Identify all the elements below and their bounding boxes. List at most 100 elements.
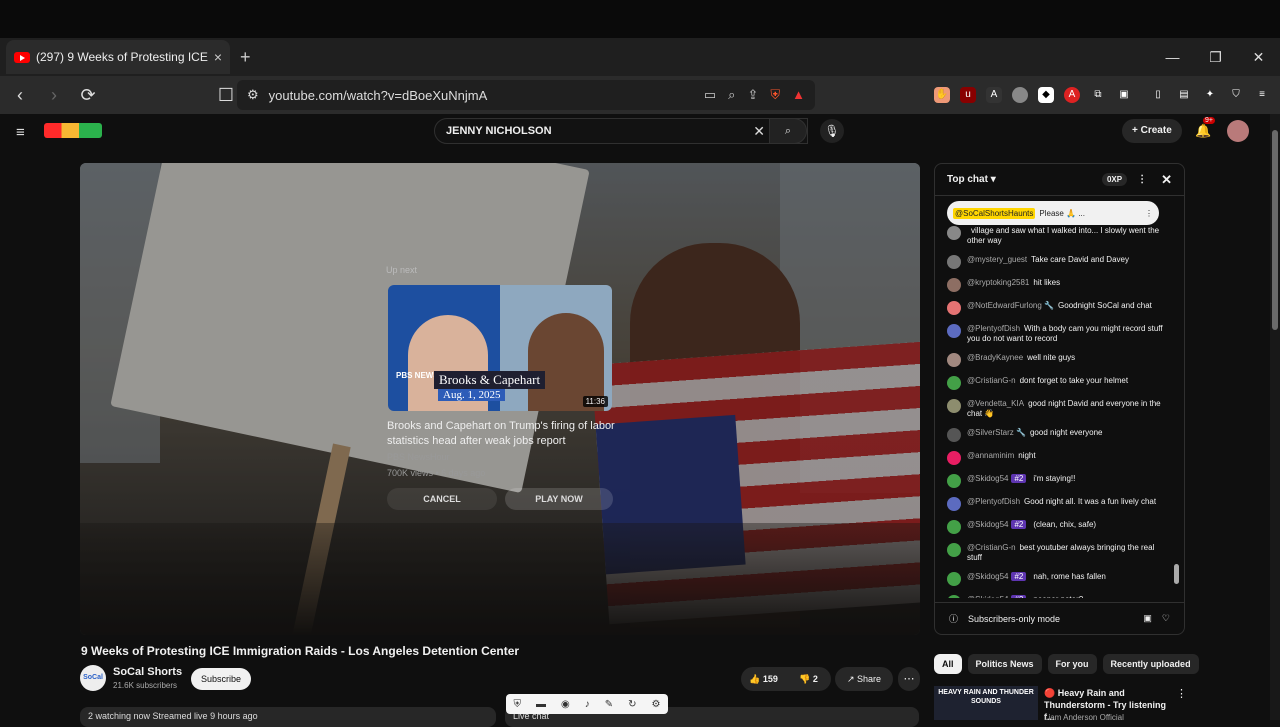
chat-avatar[interactable] xyxy=(947,353,961,367)
sidebar-icon[interactable]: ▯ xyxy=(1150,87,1166,103)
close-chat-icon[interactable]: ✕ xyxy=(1161,172,1172,188)
play-now-button[interactable]: PLAY NOW xyxy=(505,488,613,510)
youtube-doodle-logo[interactable] xyxy=(44,123,102,138)
filter-chip[interactable]: For you xyxy=(1047,654,1097,674)
chat-avatar[interactable] xyxy=(947,226,961,240)
chat-message[interactable]: village and saw what I walked into... I … xyxy=(947,226,1169,246)
chat-author[interactable]: @CristianG-n xyxy=(967,543,1016,552)
volume-icon[interactable]: ♪ xyxy=(585,699,590,710)
chat-message[interactable]: @NotEdwardFurlong 🔧 Goodnight SoCal and c… xyxy=(947,301,1169,315)
chat-author[interactable]: @annaminim xyxy=(967,451,1014,460)
chat-avatar[interactable] xyxy=(947,497,961,511)
chat-avatar[interactable] xyxy=(947,255,961,269)
chat-message[interactable]: @Skidog54#2 peeper peter? xyxy=(947,595,1169,598)
chat-avatar[interactable] xyxy=(947,301,961,315)
bookmark-icon[interactable]: ☐ xyxy=(212,85,240,106)
chat-scrollbar[interactable] xyxy=(1173,204,1181,600)
zoom-icon[interactable]: ⌕ xyxy=(728,87,735,103)
tab-close-icon[interactable]: × xyxy=(214,49,222,65)
chat-message[interactable]: @Vendetta_KIA good night David and everyo… xyxy=(947,399,1169,419)
xp-badge[interactable]: 0XP xyxy=(1101,173,1128,186)
chat-author[interactable]: @SilverStarz 🔧 xyxy=(967,428,1026,437)
site-settings-icon[interactable]: ⚙ xyxy=(247,87,259,103)
ext-circle-icon[interactable] xyxy=(1012,87,1028,103)
chat-message[interactable]: @mystery_guest Take care David and Davey xyxy=(947,255,1169,269)
chat-avatar[interactable] xyxy=(947,543,961,557)
shield-icon[interactable]: ⛨ xyxy=(514,699,522,710)
chat-author[interactable]: @Skidog54 xyxy=(967,595,1008,598)
chat-avatar[interactable] xyxy=(947,451,961,465)
extensions-icon[interactable]: ⧉ xyxy=(1090,87,1106,103)
rewards-icon[interactable]: ▲ xyxy=(792,87,805,103)
channel-avatar[interactable]: SoCal xyxy=(80,665,106,691)
ext-ublock-icon[interactable]: u xyxy=(960,87,976,103)
ext-diamond-icon[interactable]: ◆ xyxy=(1038,87,1054,103)
share-button[interactable]: ↗ Share xyxy=(835,667,893,691)
dislike-button[interactable]: 👎 2 xyxy=(786,674,831,685)
chat-message[interactable]: @PlentyofDish Good night all. It was a fu… xyxy=(947,497,1169,511)
info-icon[interactable]: ⓘ xyxy=(949,612,958,625)
camera-icon[interactable]: ◉ xyxy=(561,699,570,710)
chat-author[interactable]: @Skidog54 xyxy=(967,572,1008,581)
recommended-menu-icon[interactable]: ⋮ xyxy=(1176,687,1187,700)
url-field[interactable]: ⚙ youtube.com/watch?v=dBoeXuNnjmA ▭ ⌕ ⇪ … xyxy=(237,80,815,110)
cancel-autoplay-button[interactable]: CANCEL xyxy=(387,488,497,510)
chat-author[interactable]: @PlentyofDish xyxy=(967,497,1020,506)
like-button[interactable]: 👍 159 xyxy=(741,674,786,685)
close-window-button[interactable]: ✕ xyxy=(1237,38,1280,76)
chat-author[interactable]: @BradyKaynee xyxy=(967,353,1023,362)
settings-icon[interactable]: ⚙ xyxy=(652,699,661,710)
chat-author[interactable]: @mystery_guest xyxy=(967,255,1027,264)
chat-author[interactable]: @Vendetta_KIA xyxy=(967,399,1024,408)
maximize-button[interactable]: ❐ xyxy=(1194,38,1237,76)
filter-chip[interactable]: All xyxy=(934,654,962,674)
chat-message[interactable]: @CristianG-n best youtuber always bringin… xyxy=(947,543,1169,563)
chat-avatar[interactable] xyxy=(947,474,961,488)
wallet-icon[interactable]: ▤ xyxy=(1176,87,1192,103)
minimize-button[interactable]: — xyxy=(1151,38,1194,76)
leo-icon[interactable]: ✦ xyxy=(1202,87,1218,103)
chat-menu-icon[interactable]: ⋮ xyxy=(1137,174,1147,185)
reload-icon[interactable]: ⟳ xyxy=(74,85,102,106)
top-chat-dropdown[interactable]: Top chat ▾ xyxy=(947,174,996,185)
chat-message[interactable]: @CristianG-n dont forget to take your hel… xyxy=(947,376,1169,390)
heart-icon[interactable]: ♡ xyxy=(1162,613,1170,624)
up-next-thumbnail[interactable]: PBS NEWS HOUR Brooks & Capehart Aug. 1, … xyxy=(388,285,612,411)
chat-message[interactable]: @Skidog54 #2 (clean, chix, safe) xyxy=(947,520,1169,534)
ext-abp-icon[interactable]: A xyxy=(1064,87,1080,103)
forward-icon[interactable]: › xyxy=(40,85,68,106)
notifications-icon[interactable]: 🔔 9+ xyxy=(1195,117,1215,139)
chat-author[interactable]: @kryptoking2581 xyxy=(967,278,1029,287)
chat-avatar[interactable] xyxy=(947,399,961,413)
description-box[interactable]: 2 watching now Streamed live 9 hours ago xyxy=(80,707,496,727)
vpn-icon[interactable]: ⛉ xyxy=(1228,87,1244,103)
cast-icon[interactable]: ▭ xyxy=(704,87,716,103)
ext-hand-icon[interactable]: ✋ xyxy=(934,87,950,103)
chat-message[interactable]: @Skidog54 #2 nah, rome has fallen xyxy=(947,572,1169,586)
chat-message[interactable]: @SilverStarz 🔧 good night everyone xyxy=(947,428,1169,442)
chat-avatar[interactable] xyxy=(947,278,961,292)
channel-name[interactable]: SoCal Shorts xyxy=(113,666,182,678)
browser-tab[interactable]: (297) 9 Weeks of Protesting ICE I × xyxy=(6,40,230,74)
scrollbar-thumb[interactable] xyxy=(1272,130,1278,330)
chat-avatar[interactable] xyxy=(947,376,961,390)
create-button[interactable]: + Create xyxy=(1122,119,1182,143)
chat-avatar[interactable] xyxy=(947,572,961,586)
screenshot-icon[interactable]: ▣ xyxy=(1116,87,1132,103)
chat-avatar[interactable] xyxy=(947,428,961,442)
chat-message[interactable]: @Skidog54 #2 i'm staying!! xyxy=(947,474,1169,488)
new-tab-button[interactable]: + xyxy=(240,47,251,68)
chat-author[interactable]: @Skidog54 xyxy=(967,520,1008,529)
filter-chip[interactable]: Recently uploaded xyxy=(1102,654,1199,674)
chat-scroll-thumb[interactable] xyxy=(1174,564,1179,584)
share-icon[interactable]: ⇪ xyxy=(747,87,758,103)
pin-icon[interactable]: ✎ xyxy=(605,699,613,710)
chat-author[interactable]: @PlentyofDish xyxy=(967,324,1020,333)
video-player[interactable]: Up next PBS NEWS HOUR Brooks & Capehart … xyxy=(80,163,920,635)
subscribe-button[interactable]: Subscribe xyxy=(191,668,252,690)
chat-author[interactable]: @NotEdwardFurlong 🔧 xyxy=(967,301,1054,310)
clear-search-icon[interactable]: ✕ xyxy=(753,119,765,143)
chat-author[interactable]: @CristianG-n xyxy=(967,376,1016,385)
filter-chip[interactable]: Politics News xyxy=(967,654,1042,674)
menu-icon[interactable]: ≡ xyxy=(1254,87,1270,103)
